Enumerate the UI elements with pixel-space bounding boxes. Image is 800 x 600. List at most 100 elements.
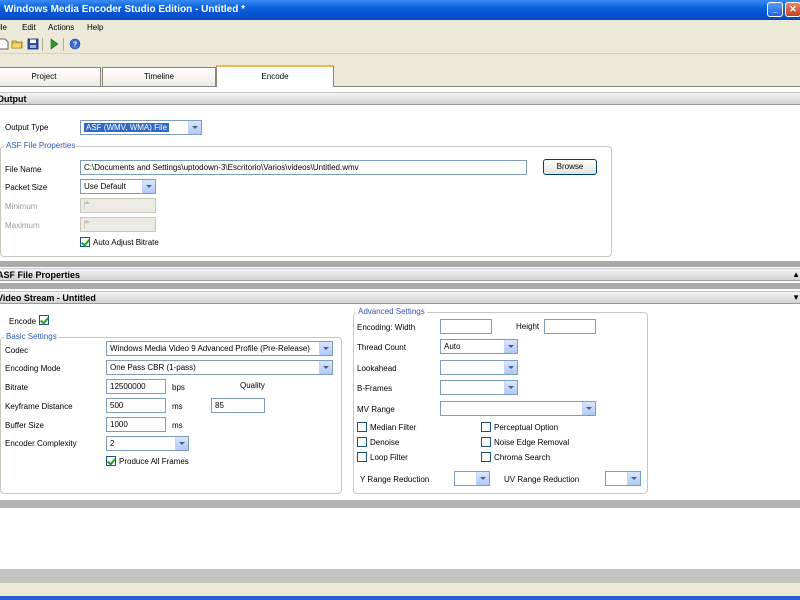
encoding-mode-select[interactable]: One Pass CBR (1-pass) <box>106 360 333 375</box>
produce-all-frames-checkbox[interactable] <box>106 456 116 466</box>
bitrate-label: Bitrate <box>5 383 29 392</box>
title-bar: Windows Media Encoder Studio Edition - U… <box>0 0 800 20</box>
uv-range-reduction-label: UV Range Reduction <box>504 475 580 484</box>
auto-adjust-bitrate-checkbox[interactable] <box>80 237 90 247</box>
section-divider <box>0 261 800 267</box>
tab-encode[interactable]: Encode <box>216 65 334 87</box>
mv-range-select[interactable] <box>440 401 596 416</box>
chevron-down-icon[interactable] <box>142 180 155 193</box>
y-range-reduction-select[interactable] <box>454 471 490 486</box>
chevron-down-icon[interactable] <box>504 361 517 374</box>
help-icon[interactable]: ? <box>69 38 81 50</box>
bitrate-unit: bps <box>172 383 185 392</box>
video-stream-section-title: Video Stream - Untitled <box>0 293 96 303</box>
output-type-label: Output Type <box>5 123 49 132</box>
output-type-select[interactable]: ASF (WMV, WMA) File <box>80 120 202 135</box>
lookahead-select[interactable] <box>440 360 518 375</box>
encoding-width-label: Encoding: Width <box>357 323 416 332</box>
produce-all-frames-label: Produce All Frames <box>119 457 189 466</box>
encoding-width-input[interactable] <box>440 319 492 334</box>
packet-size-label: Packet Size <box>5 183 48 192</box>
encode-label: Encode <box>9 317 37 326</box>
noise-edge-removal-label: Noise Edge Removal <box>494 438 570 447</box>
menu-actions[interactable]: Actions <box>48 23 74 32</box>
mv-range-label: MV Range <box>357 405 395 414</box>
chroma-search-checkbox[interactable] <box>481 452 491 462</box>
file-name-label: File Name <box>5 165 42 174</box>
keyframe-distance-input[interactable]: 500 <box>106 398 166 413</box>
expand-arrow-icon[interactable]: ▼ <box>792 293 800 302</box>
new-icon[interactable] <box>0 38 9 50</box>
denoise-label: Denoise <box>370 438 400 447</box>
menu-bar: ile Edit Actions Help <box>0 20 800 35</box>
chevron-down-icon[interactable] <box>504 340 517 353</box>
collapse-arrow-icon[interactable]: ▲ <box>792 270 800 279</box>
tab-project[interactable]: Project <box>0 67 101 86</box>
spin-arrows-icon[interactable] <box>84 201 85 210</box>
taskbar-edge <box>0 596 800 600</box>
encoder-complexity-label: Encoder Complexity <box>5 439 77 448</box>
quality-input[interactable]: 85 <box>211 398 265 413</box>
file-name-input[interactable]: C:\Documents and Settings\uptodown-3\Esc… <box>80 160 527 175</box>
packet-size-select[interactable]: Use Default <box>80 179 156 194</box>
menu-help[interactable]: Help <box>87 23 103 32</box>
menu-file[interactable]: ile <box>0 23 7 32</box>
video-stream-section-header[interactable]: Video Stream - Untitled ▼ <box>0 291 800 304</box>
panel-bottom-strip <box>0 569 800 583</box>
close-button[interactable]: ✕ <box>785 2 800 17</box>
chevron-down-icon[interactable] <box>319 361 332 374</box>
start-encoding-icon[interactable] <box>48 38 60 50</box>
denoise-checkbox[interactable] <box>357 437 367 447</box>
noise-edge-removal-checkbox[interactable] <box>481 437 491 447</box>
bitrate-input[interactable]: 12500000 <box>106 379 166 394</box>
minimize-button[interactable]: _ <box>767 2 783 17</box>
section-divider <box>0 500 800 508</box>
encode-checkbox[interactable] <box>39 315 49 325</box>
codec-select[interactable]: Windows Media Video 9 Advanced Profile (… <box>106 341 333 356</box>
spin-arrows-icon[interactable] <box>84 220 85 229</box>
thread-count-select[interactable]: Auto <box>440 339 518 354</box>
median-filter-checkbox[interactable] <box>357 422 367 432</box>
maximum-stepper[interactable] <box>80 217 156 232</box>
svg-text:?: ? <box>73 42 77 49</box>
uv-range-reduction-select[interactable] <box>605 471 641 486</box>
thread-count-label: Thread Count <box>357 343 406 352</box>
buffer-size-input[interactable]: 1000 <box>106 417 166 432</box>
lookahead-label: Lookahead <box>357 364 397 373</box>
open-folder-icon[interactable] <box>11 38 23 50</box>
auto-adjust-bitrate-label: Auto Adjust Bitrate <box>93 238 159 247</box>
menu-edit[interactable]: Edit <box>22 23 36 32</box>
window-title: Windows Media Encoder Studio Edition - U… <box>4 4 246 15</box>
save-icon[interactable] <box>27 38 39 50</box>
maximum-label: Maximum <box>5 221 40 230</box>
minimum-stepper[interactable] <box>80 198 156 213</box>
buffer-size-label: Buffer Size <box>5 421 44 430</box>
chevron-down-icon[interactable] <box>319 342 332 355</box>
codec-label: Codec <box>5 346 29 355</box>
chevron-down-icon[interactable] <box>188 121 201 134</box>
minimum-label: Minimum <box>5 202 38 211</box>
output-section-header[interactable]: Output <box>0 92 800 105</box>
chevron-down-icon[interactable] <box>175 437 188 450</box>
toolbar-separator <box>42 38 43 51</box>
y-range-reduction-label: Y Range Reduction <box>360 475 430 484</box>
median-filter-label: Median Filter <box>370 423 417 432</box>
perceptual-option-checkbox[interactable] <box>481 422 491 432</box>
keyframe-distance-label: Keyframe Distance <box>5 402 73 411</box>
height-input[interactable] <box>544 319 596 334</box>
chevron-down-icon[interactable] <box>582 402 595 415</box>
chevron-down-icon[interactable] <box>504 381 517 394</box>
browse-button[interactable]: Browse <box>543 159 597 175</box>
encoder-complexity-select[interactable]: 2 <box>106 436 189 451</box>
b-frames-select[interactable] <box>440 380 518 395</box>
height-label: Height <box>516 322 540 331</box>
chevron-down-icon[interactable] <box>627 472 640 485</box>
loop-filter-label: Loop Filter <box>370 453 408 462</box>
chevron-down-icon[interactable] <box>476 472 489 485</box>
asf-file-properties-section-header[interactable]: ASF File Properties ▲ <box>0 268 800 281</box>
keyframe-distance-unit: ms <box>172 402 183 411</box>
loop-filter-checkbox[interactable] <box>357 452 367 462</box>
tab-strip: Project Timeline Encode <box>0 54 800 87</box>
encode-panel: Output Output Type ASF (WMV, WMA) File A… <box>0 86 800 583</box>
tab-timeline[interactable]: Timeline <box>102 67 216 86</box>
